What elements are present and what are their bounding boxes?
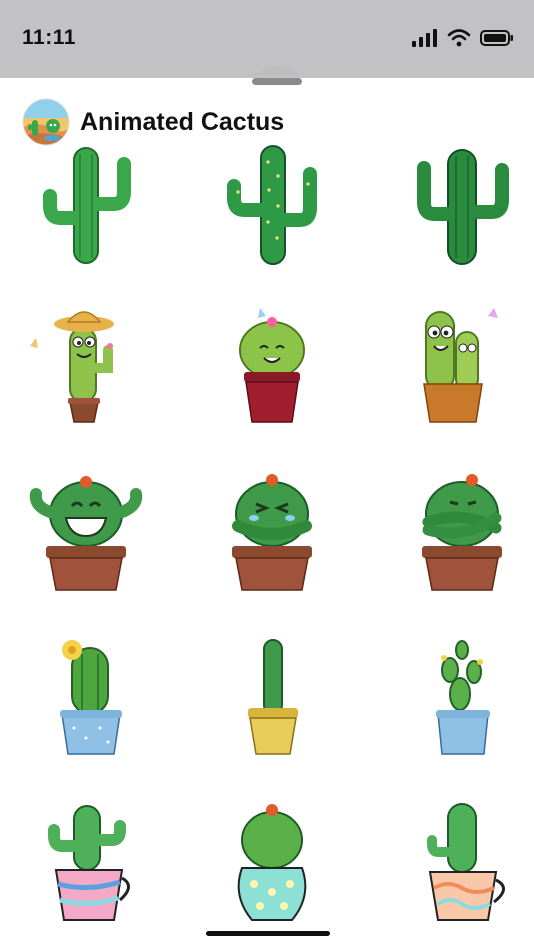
- app-title: Animated Cactus: [80, 107, 285, 136]
- sticker-googly-eyed-cactus-pair[interactable]: [398, 298, 528, 428]
- wifi-icon: [447, 29, 471, 47]
- sticker-flowering-cactus-blue-pot[interactable]: [22, 628, 152, 758]
- battery-icon: [480, 30, 513, 46]
- sheet-grabber-icon[interactable]: [252, 61, 302, 89]
- sticker-laughing-cactus-in-pot[interactable]: [208, 466, 338, 596]
- signal-icon: [412, 29, 437, 47]
- status-time: 11:11: [22, 26, 76, 49]
- sticker-cactus-with-straw-hat[interactable]: [22, 298, 152, 428]
- sticker-tall-cactus-gold-pot[interactable]: [208, 628, 338, 758]
- sticker-dark-saguaro-cactus[interactable]: [398, 140, 528, 270]
- sticker-grinning-cactus-in-pot[interactable]: [22, 466, 152, 596]
- sticker-arms-crossed-cactus-in-pot[interactable]: [398, 466, 528, 596]
- sticker-tall-saguaro-cactus[interactable]: [22, 140, 152, 270]
- sticker-prickly-pear-blue-pot[interactable]: [398, 628, 528, 758]
- sticker-round-cactus-polka-pot[interactable]: [208, 796, 338, 926]
- sticker-dotted-saguaro-cactus[interactable]: [208, 140, 338, 270]
- sticker-cactus-in-patterned-cup[interactable]: [398, 796, 528, 926]
- status-icons: [412, 29, 514, 47]
- app-header: Animated Cactus: [22, 98, 284, 146]
- desert-cactus-avatar-icon: [22, 98, 70, 146]
- sticker-cactus-in-striped-cup[interactable]: [22, 796, 152, 926]
- home-indicator: [206, 931, 330, 936]
- sticker-smiling-cactus-in-red-pot[interactable]: [208, 298, 338, 428]
